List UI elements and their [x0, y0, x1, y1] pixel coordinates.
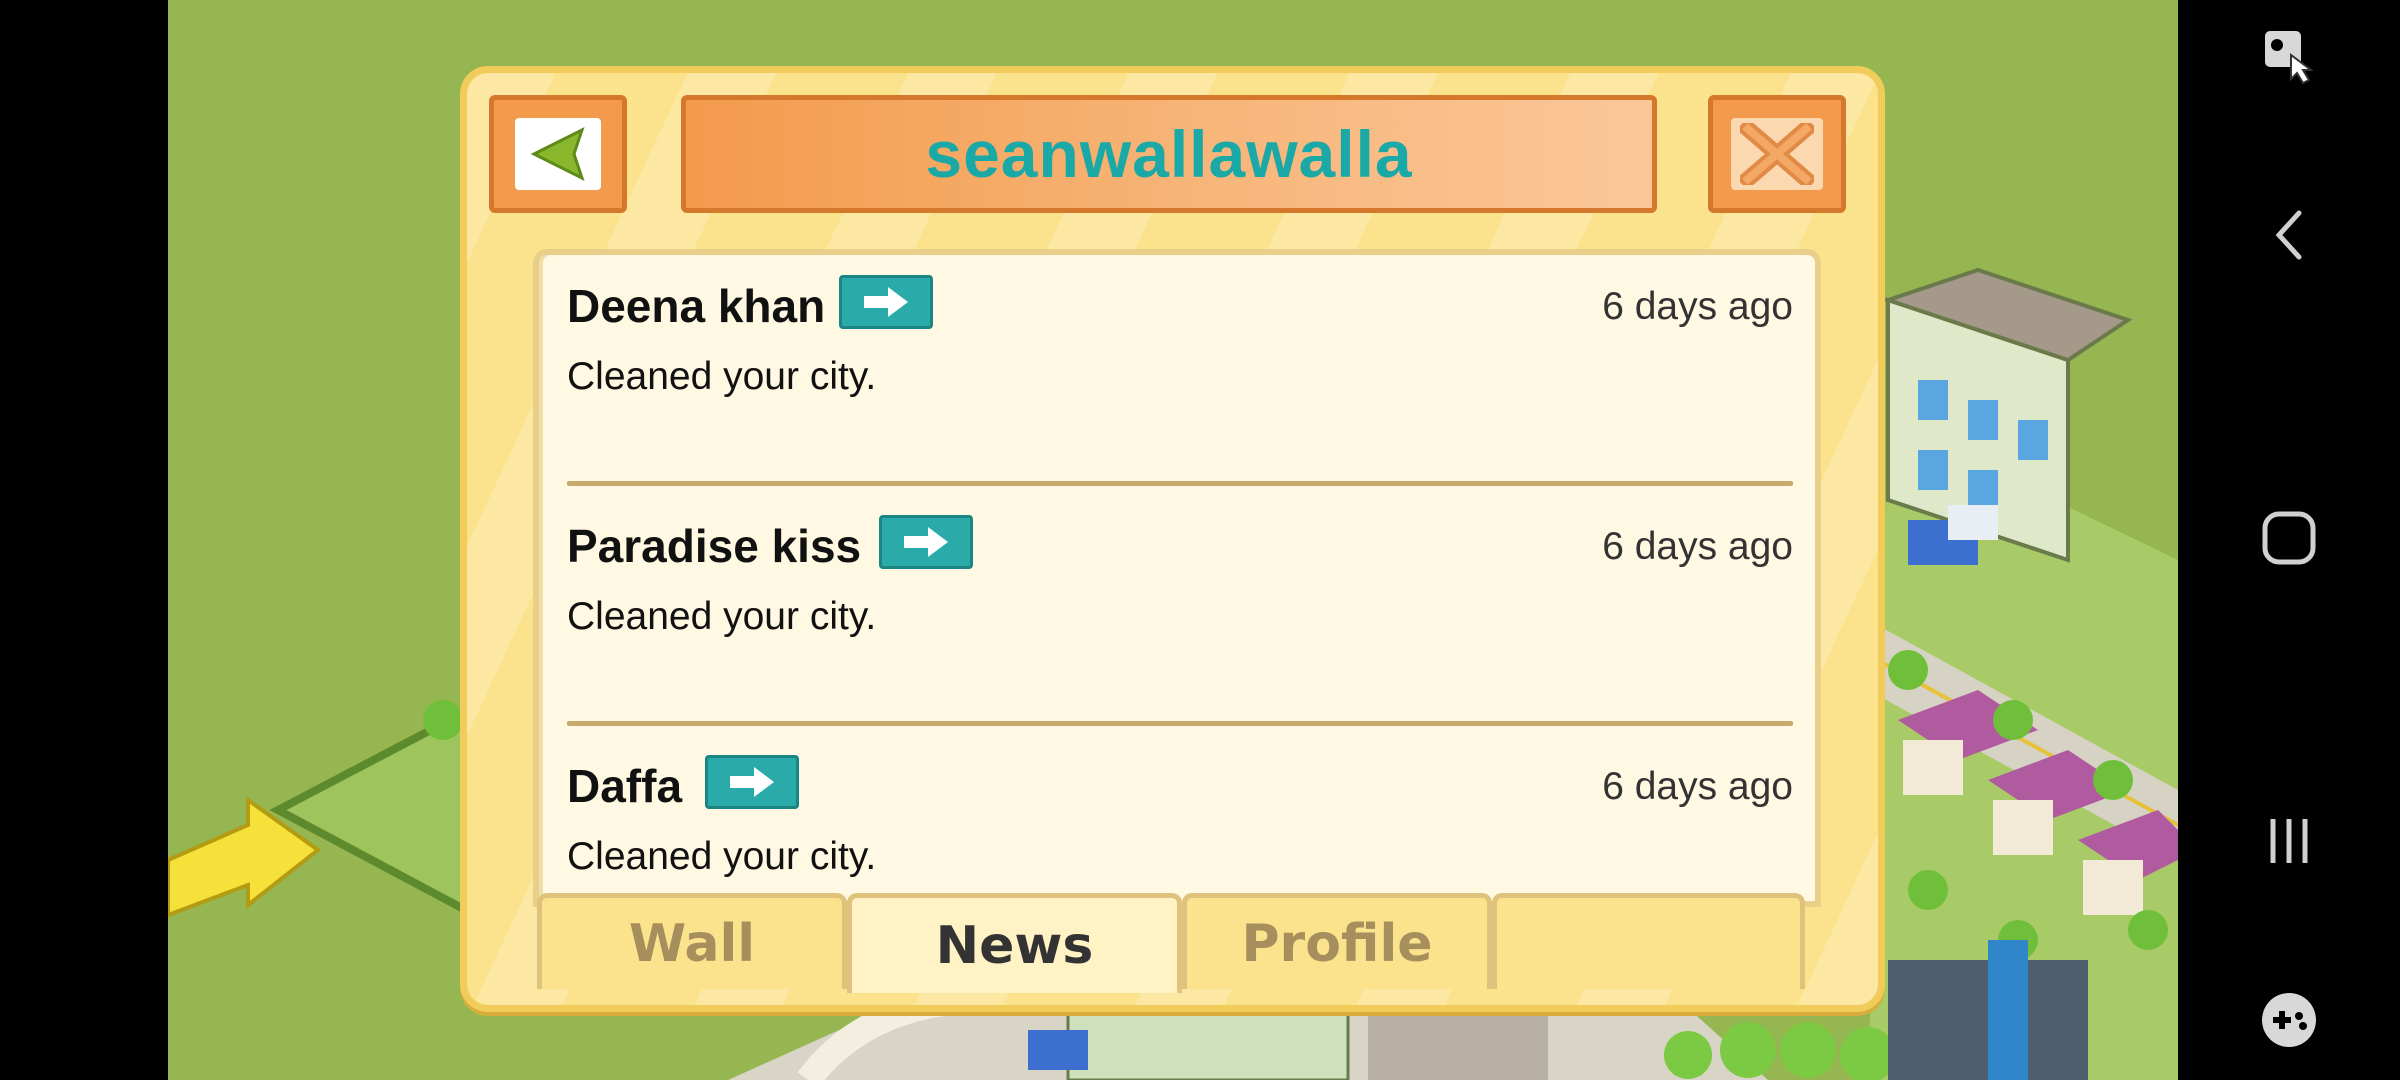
back-icon — [2275, 210, 2302, 260]
list-item: Deena khan 6 days ago Cleaned your city. — [539, 255, 1815, 495]
close-button[interactable] — [1708, 95, 1846, 213]
divider — [567, 481, 1793, 486]
friend-name: Deena khan — [567, 280, 826, 332]
back-nav-button[interactable] — [2254, 200, 2324, 270]
arrow-right-icon — [904, 527, 948, 557]
arrow-right-icon — [864, 287, 908, 317]
triangle-left-icon — [530, 127, 585, 181]
game-tools-icon — [2262, 993, 2316, 1047]
title-banner: seanwallawalla — [681, 95, 1657, 213]
tab-news[interactable]: News — [847, 893, 1182, 993]
back-button-face — [515, 118, 601, 190]
home-icon — [2262, 511, 2316, 565]
home-nav-button[interactable] — [2254, 503, 2324, 573]
screenshot-tool-icon — [2265, 31, 2314, 85]
game-viewport[interactable]: seanwallawalla Deena khan 6 days ago Cle… — [168, 0, 2178, 1080]
back-button[interactable] — [489, 95, 627, 213]
friend-name: Daffa — [567, 760, 683, 812]
recents-icon — [2270, 819, 2308, 863]
timestamp: 6 days ago — [1602, 525, 1793, 568]
timestamp: 6 days ago — [1602, 765, 1793, 808]
activity-message: Cleaned your city. — [567, 595, 877, 638]
tab-profile[interactable]: Profile — [1182, 893, 1492, 989]
news-feed[interactable]: Deena khan 6 days ago Cleaned your city.… — [533, 249, 1821, 907]
profile-dialog: seanwallawalla Deena khan 6 days ago Cle… — [460, 66, 1885, 1012]
tab-wall[interactable]: Wall — [537, 893, 847, 989]
activity-message: Cleaned your city. — [567, 355, 877, 398]
arrow-right-icon — [730, 767, 774, 797]
recents-nav-button[interactable] — [2254, 806, 2324, 876]
visit-city-button[interactable] — [839, 275, 933, 329]
friend-name: Paradise kiss — [567, 520, 862, 572]
visit-city-button[interactable] — [705, 755, 799, 809]
system-nav-bar — [2178, 0, 2400, 1080]
player-name-title: seanwallawalla — [925, 117, 1413, 191]
visit-city-button[interactable] — [879, 515, 973, 569]
activity-message: Cleaned your city. — [567, 835, 877, 878]
x-icon — [1740, 123, 1814, 185]
tab-bar: Wall News Profile — [537, 893, 1815, 993]
divider — [567, 721, 1793, 726]
list-item: Daffa 6 days ago Cleaned your city. — [539, 735, 1815, 901]
close-button-face — [1731, 118, 1823, 190]
game-tools-button[interactable] — [2254, 985, 2324, 1055]
tab-empty[interactable] — [1492, 893, 1805, 989]
timestamp: 6 days ago — [1602, 285, 1793, 328]
list-item: Paradise kiss 6 days ago Cleaned your ci… — [539, 495, 1815, 735]
letterbox-left — [0, 0, 168, 1080]
screenshot-tool-button[interactable] — [2254, 20, 2324, 90]
